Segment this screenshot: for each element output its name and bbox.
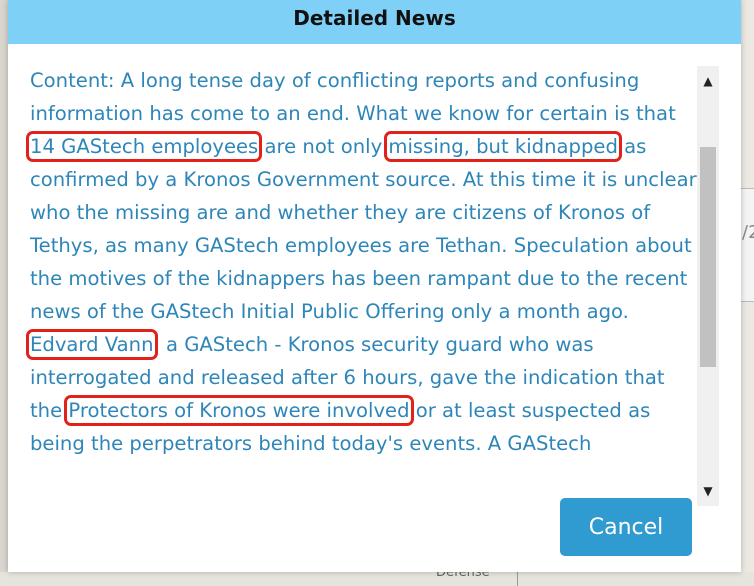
scroll-up-icon[interactable]: ▲ [697,66,719,96]
dialog-title: Detailed News [293,6,456,30]
highlighted-phrase: Edvard Vann [26,329,158,360]
background-divider [517,572,518,586]
dialog-header: Detailed News [8,0,741,44]
content-scrollbar[interactable]: ▲ ▼ [697,66,719,506]
news-content-text: Content: A long tense day of conflicting… [20,64,698,460]
news-content-area[interactable]: Content: A long tense day of conflicting… [20,64,698,504]
content-segment: as confirmed by a Kronos Government sour… [30,135,697,323]
cancel-button[interactable]: Cancel [560,498,692,556]
background-text-right: /2 [742,222,754,243]
scroll-thumb[interactable] [700,147,716,367]
background-panel [741,188,754,302]
content-segment: Content: A long tense day of conflicting… [30,69,676,125]
detailed-news-dialog: Detailed News Content: A long tense day … [8,0,741,572]
highlighted-phrase: Protectors of Kronos were involved [64,395,414,426]
highlighted-phrase: 14 GAStech employees [25,131,263,162]
scroll-down-icon[interactable]: ▼ [697,476,719,506]
highlighted-phrase: missing, but kidnapped [384,131,622,162]
background-page-bottom [0,572,754,586]
content-segment: are not only [258,135,389,158]
